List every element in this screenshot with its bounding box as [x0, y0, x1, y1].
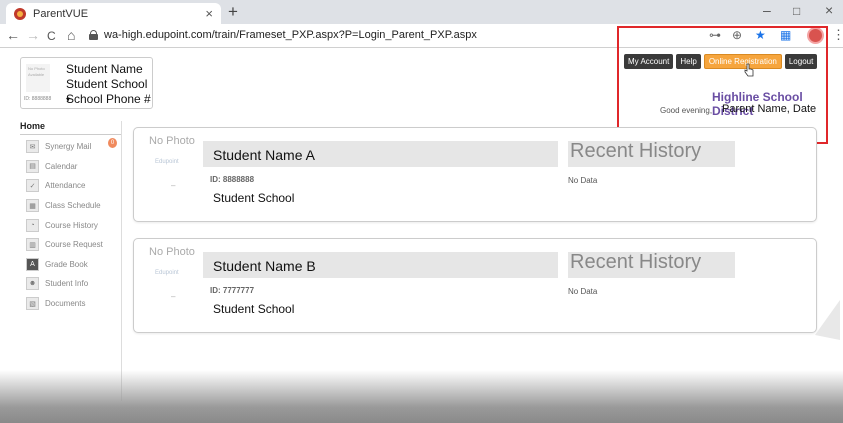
home-button[interactable]: ⌂ [67, 27, 75, 43]
student-panel-name[interactable]: Student Name A [213, 147, 315, 163]
sidebar-item-grade-book[interactable]: A Grade Book [20, 255, 118, 275]
recent-history-title: Recent History [570, 140, 702, 162]
calendar-icon: ▤ [26, 159, 39, 173]
sidebar-nav: ✉ Synergy Mail 0 ▤ Calendar ✓ Attendance… [20, 137, 118, 313]
tab-title: ParentVUE [33, 7, 89, 20]
url-field[interactable]: wa-high.edupoint.com/train/Frameset_PXP.… [104, 29, 477, 41]
sidebar-item-label: Attendance [45, 181, 86, 191]
parent-name: Parent Name, Date [722, 103, 817, 115]
edupoint-logo: Edupoint [155, 159, 179, 165]
forward-button[interactable]: → [26, 27, 40, 43]
photo-placeholder-dash: – [171, 181, 176, 190]
documents-icon: ▧ [26, 297, 39, 311]
no-photo-label: No Photo [149, 135, 195, 147]
zoom-icon[interactable]: ⊕ [732, 28, 742, 42]
greeting-text: Good evening, [660, 106, 713, 115]
close-window-button[interactable]: × [825, 2, 833, 18]
sidebar-item-label: Course Request [45, 240, 103, 250]
sidebar-item-course-history[interactable]: ◔ Course History [20, 215, 118, 235]
student-panel-name[interactable]: Student Name B [213, 258, 316, 274]
tab-home[interactable]: Home [20, 121, 121, 135]
address-bar: ← → C ⌂ wa-high.edupoint.com/train/Frame… [0, 24, 843, 48]
attendance-icon: ✓ [26, 179, 39, 193]
logout-button[interactable]: Logout [784, 54, 818, 69]
student-name: Student Name [66, 62, 143, 76]
key-icon[interactable]: ⊶ [709, 28, 721, 42]
photo-placeholder-dash: – [171, 292, 176, 301]
recent-history-title: Recent History [570, 251, 702, 273]
browser-tab-bar: ParentVUE × + – □ × [0, 0, 843, 24]
header-button-group: My Account Help Online Registration Logo… [624, 54, 818, 69]
maximize-button[interactable]: □ [793, 4, 800, 18]
mail-count-badge: 0 [108, 138, 117, 148]
student-info-icon: ☻ [26, 277, 39, 291]
student-panel[interactable]: No Photo Edupoint – Student Name A ID: 8… [133, 127, 817, 222]
student-panel-id: ID: 7777777 [210, 286, 255, 295]
bookmark-star-icon[interactable]: ★ [755, 28, 766, 42]
history-icon: ◔ [26, 218, 39, 232]
student-selector[interactable]: No Photo Available ID: 8888888 Student N… [20, 57, 153, 109]
extension-grid-icon[interactable]: ▦ [780, 28, 791, 42]
sidebar-item-class-schedule[interactable]: ▦ Class Schedule [20, 196, 118, 216]
sidebar-divider [121, 121, 122, 401]
new-tab-button[interactable]: + [228, 2, 238, 22]
lock-icon [89, 30, 98, 40]
student-panel-id: ID: 8888888 [210, 175, 255, 184]
student-photo: No Photo Available [26, 64, 50, 92]
browser-tab[interactable]: ParentVUE × [6, 3, 221, 24]
my-account-button[interactable]: My Account [624, 54, 674, 69]
sidebar-item-calendar[interactable]: ▤ Calendar [20, 157, 118, 177]
sidebar-item-documents[interactable]: ▧ Documents [20, 294, 118, 314]
no-photo-label: No Photo [149, 246, 195, 258]
sidebar-item-course-request[interactable]: ▥ Course Request [20, 235, 118, 255]
student-panel[interactable]: No Photo Edupoint – Student Name B ID: 7… [133, 238, 817, 333]
sidebar-item-label: Documents [45, 299, 86, 309]
recent-history-value: No Data [568, 287, 598, 296]
tab-close-icon[interactable]: × [205, 6, 213, 21]
edupoint-logo: Edupoint [155, 270, 179, 276]
gradebook-icon: A [26, 257, 39, 271]
decorative-shape [815, 300, 840, 340]
reload-button[interactable]: C [47, 29, 56, 43]
sidebar-item-label: Course History [45, 220, 98, 230]
student-panel-school: Student School [213, 302, 295, 316]
sidebar-item-synergy-mail[interactable]: ✉ Synergy Mail 0 [20, 137, 118, 157]
minimize-button[interactable]: – [763, 2, 771, 18]
school-phone: School Phone # [66, 92, 151, 106]
sidebar-item-label: Calendar [45, 161, 78, 171]
sidebar-item-label: Grade Book [45, 259, 88, 269]
sidebar-item-label: Synergy Mail [45, 142, 92, 152]
online-registration-button[interactable]: Online Registration [703, 54, 782, 69]
parentvue-favicon-icon [14, 7, 26, 20]
student-panel-school: Student School [213, 191, 295, 205]
help-button[interactable]: Help [676, 54, 701, 69]
student-id: ID: 8888888 [24, 96, 52, 102]
sidebar-item-label: Class Schedule [45, 201, 101, 211]
hand-cursor-icon [744, 63, 754, 77]
sidebar-item-attendance[interactable]: ✓ Attendance [20, 176, 118, 196]
recent-history-value: No Data [568, 176, 598, 185]
sidebar-item-student-info[interactable]: ☻ Student Info [20, 274, 118, 294]
back-button[interactable]: ← [6, 27, 20, 43]
student-school-label: Student School [66, 77, 148, 91]
request-icon: ▥ [26, 238, 39, 252]
sidebar-item-label: Student Info [45, 279, 89, 289]
browser-menu-icon[interactable]: ⋮ [832, 27, 843, 43]
schedule-icon: ▦ [26, 199, 39, 213]
profile-avatar-icon[interactable] [807, 27, 824, 44]
bottom-fade-overlay [0, 370, 843, 423]
mail-icon: ✉ [26, 140, 39, 154]
